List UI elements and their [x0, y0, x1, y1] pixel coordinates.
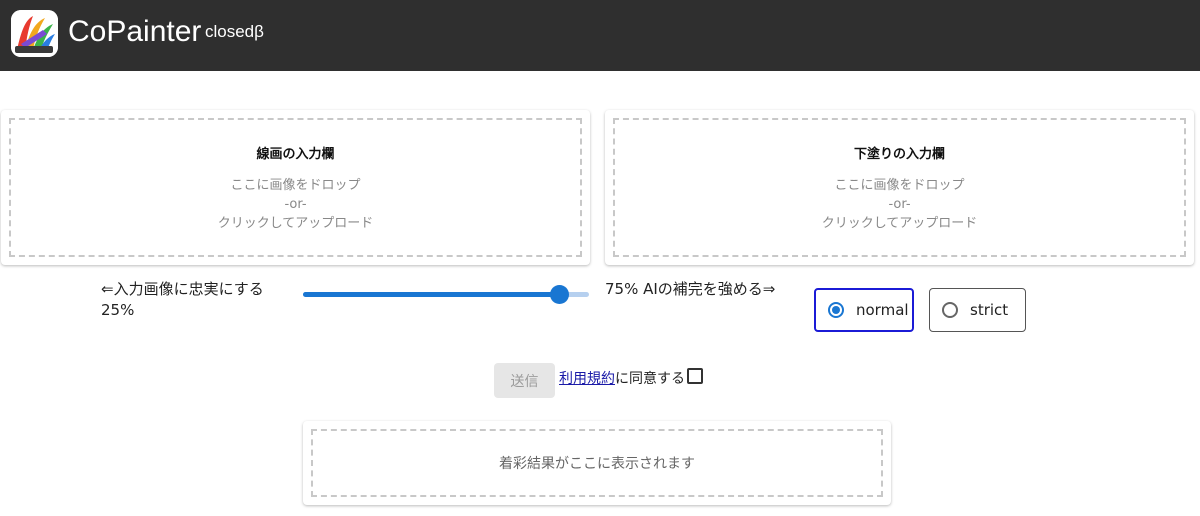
lineart-upload-title: 線画の入力欄: [256, 146, 335, 162]
mode-option-strict[interactable]: strict: [929, 288, 1026, 332]
lineart-click-text: クリックしてアップロード: [217, 215, 374, 231]
slider-right-label: 75% AIの補完を強める⇒: [605, 280, 776, 298]
mode-normal-label: normal: [856, 301, 909, 319]
slider-fill: [303, 292, 561, 297]
base-drop-text: ここに画像をドロップ: [834, 177, 965, 193]
base-upload-title: 下塗りの入力欄: [853, 146, 945, 162]
base-click-text: クリックしてアップロード: [821, 215, 978, 231]
terms-link[interactable]: 利用規約: [559, 369, 615, 389]
lineart-or-text: -or-: [284, 196, 307, 212]
base-or-text: -or-: [888, 196, 911, 212]
slider-left-value: 25%: [101, 301, 135, 319]
app-title: CoPainter: [68, 15, 202, 48]
submit-button[interactable]: 送信: [494, 363, 555, 398]
mode-strict-label: strict: [970, 301, 1009, 319]
result-placeholder: 着彩結果がここに表示されます: [499, 456, 695, 472]
terms-agreement: 利用規約 に同意する: [559, 368, 703, 389]
slider-thumb[interactable]: [550, 285, 570, 304]
lineart-dropzone[interactable]: 線画の入力欄 ここに画像をドロップ -or- クリックしてアップロード: [9, 118, 582, 257]
fidelity-slider[interactable]: [303, 285, 589, 304]
base-upload-card: 下塗りの入力欄 ここに画像をドロップ -or- クリックしてアップロード: [605, 110, 1194, 265]
slider-left-label-group: ⇐入力画像に忠実にする 25%: [101, 279, 264, 321]
paint-brush-logo-icon: [11, 10, 58, 57]
radio-unchecked-icon: [942, 302, 958, 318]
slider-left-label: ⇐入力画像に忠実にする: [101, 280, 264, 298]
beta-badge: closedβ: [205, 22, 264, 41]
base-dropzone[interactable]: 下塗りの入力欄 ここに画像をドロップ -or- クリックしてアップロード: [613, 118, 1186, 257]
lineart-upload-card: 線画の入力欄 ここに画像をドロップ -or- クリックしてアップロード: [1, 110, 590, 265]
mode-option-normal[interactable]: normal: [814, 288, 914, 332]
result-area: 着彩結果がここに表示されます: [311, 429, 883, 497]
radio-checked-icon: [828, 302, 844, 318]
terms-checkbox[interactable]: [687, 368, 703, 384]
radio-dot: [832, 306, 840, 314]
result-card: 着彩結果がここに表示されます: [303, 421, 891, 505]
app-header: CoPainter closedβ: [0, 0, 1200, 71]
lineart-drop-text: ここに画像をドロップ: [230, 177, 361, 193]
terms-suffix: に同意する: [615, 371, 685, 387]
